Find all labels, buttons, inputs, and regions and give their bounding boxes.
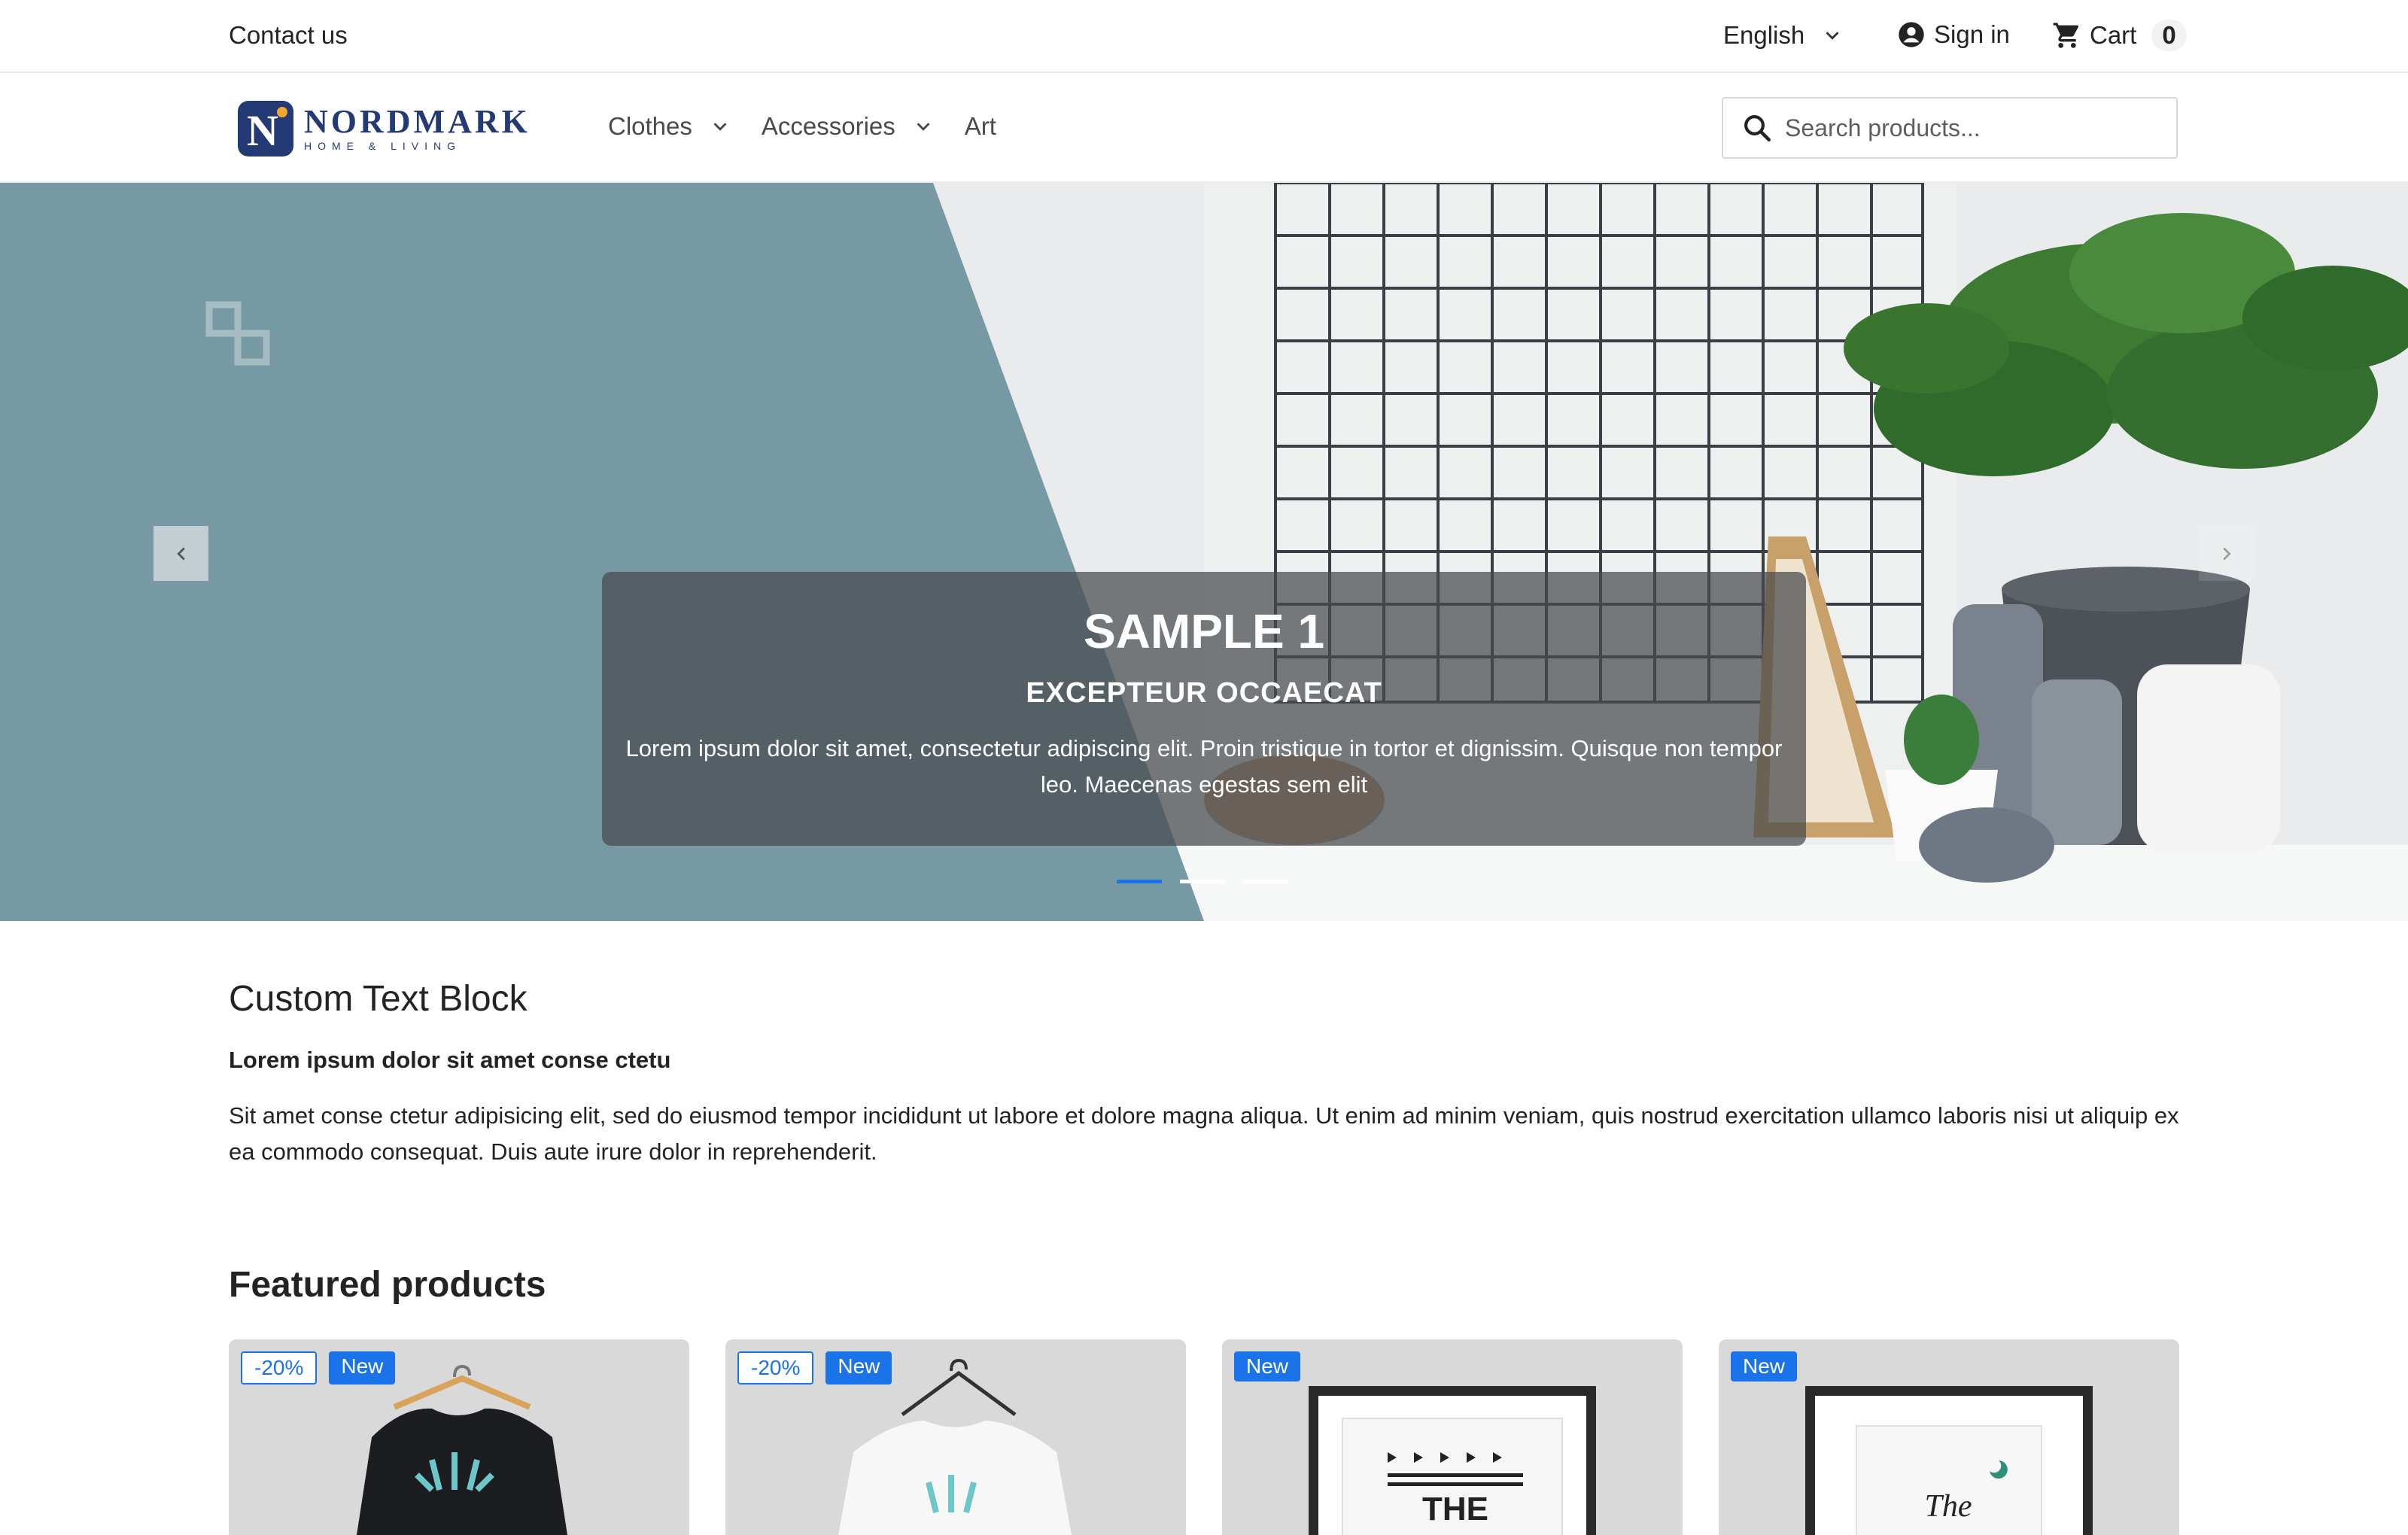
store-logo[interactable]: N NORDMARK HOME & LIVING	[238, 101, 531, 157]
contact-us-link[interactable]: Contact us	[229, 21, 348, 50]
text-block-subtitle: Lorem ipsum dolor sit amet conse ctetu	[229, 1047, 671, 1073]
search-box	[1722, 97, 2178, 159]
carousel-indicator-1[interactable]	[1117, 880, 1162, 883]
search-input[interactable]	[1785, 114, 2161, 142]
slide-title: SAMPLE 1	[1083, 604, 1325, 658]
product-card[interactable]: New The	[1719, 1339, 2179, 1535]
discount-badge: -20%	[737, 1351, 814, 1385]
new-badge: New	[1731, 1351, 1798, 1382]
product-card[interactable]: -20% New	[725, 1339, 1186, 1535]
product-card[interactable]: -20% New	[229, 1339, 689, 1535]
chevron-right-icon	[2222, 547, 2231, 560]
chevron-left-icon	[176, 547, 185, 560]
product-card[interactable]: New THE	[1222, 1339, 1683, 1535]
slide-subtitle: EXCEPTEUR OCCAECAT	[1026, 677, 1382, 709]
nav-label: Art	[964, 112, 996, 140]
sign-in-label: Sign in	[1934, 20, 2010, 48]
nav-label: Clothes	[608, 112, 692, 140]
shopping-cart-icon	[2053, 23, 2079, 48]
account-icon	[1899, 22, 1924, 47]
nav-item-art[interactable]: Art	[965, 112, 996, 141]
discount-badge: -20%	[241, 1351, 318, 1385]
text-block-body: Sit amet conse ctetur adipisicing elit, …	[229, 1102, 2179, 1165]
carousel-indicators	[1117, 880, 1288, 883]
language-label: English	[1723, 21, 1805, 49]
new-badge: New	[1234, 1351, 1301, 1382]
featured-products-grid: -20% New -20% New New THE New The	[229, 1339, 2179, 1535]
cart-count-badge: 0	[2151, 20, 2187, 51]
nav-item-accessories[interactable]: Accessories	[762, 112, 935, 141]
carousel-next-button[interactable]	[2199, 526, 2254, 581]
main-header: N NORDMARK HOME & LIVING Clothes Accesso…	[0, 73, 2408, 183]
logo-name: NORDMARK	[304, 103, 531, 140]
custom-text-block: Custom Text Block Lorem ipsum dolor sit …	[229, 978, 2185, 1170]
cart-link[interactable]: Cart 0	[2052, 20, 2187, 51]
svg-text:The: The	[1925, 1489, 1972, 1524]
new-badge: New	[825, 1351, 892, 1385]
top-bar: Contact us English Sign in Cart 0	[0, 0, 2408, 73]
nav-item-clothes[interactable]: Clothes	[608, 112, 731, 141]
carousel-indicator-2[interactable]	[1180, 880, 1225, 883]
chevron-down-icon	[1826, 32, 1839, 40]
text-block-title: Custom Text Block	[229, 979, 528, 1019]
slide-text: Lorem ipsum dolor sit amet, consectetur …	[625, 735, 1783, 798]
featured-products-title: Featured products	[229, 1265, 546, 1305]
sign-in-link[interactable]: Sign in	[1896, 20, 2010, 50]
carousel-prev-button[interactable]	[154, 526, 208, 581]
chevron-down-icon	[713, 123, 727, 131]
new-badge: New	[329, 1351, 396, 1385]
svg-text:THE: THE	[1422, 1491, 1488, 1527]
search-icon[interactable]	[1741, 112, 1773, 144]
nav-label: Accessories	[761, 112, 895, 140]
logo-tagline: HOME & LIVING	[304, 140, 462, 152]
carousel-indicator-3[interactable]	[1243, 880, 1288, 883]
main-nav: Clothes Accessories Art	[608, 112, 1026, 141]
chevron-down-icon	[917, 123, 930, 131]
hero-carousel: SAMPLE 1 EXCEPTEUR OCCAECAT Lorem ipsum …	[0, 183, 2408, 921]
slide-caption: SAMPLE 1 EXCEPTEUR OCCAECAT Lorem ipsum …	[602, 572, 1806, 846]
cart-label: Cart	[2090, 21, 2137, 49]
logo-mark-icon: N	[238, 101, 293, 157]
language-selector[interactable]: English	[1723, 21, 1844, 50]
